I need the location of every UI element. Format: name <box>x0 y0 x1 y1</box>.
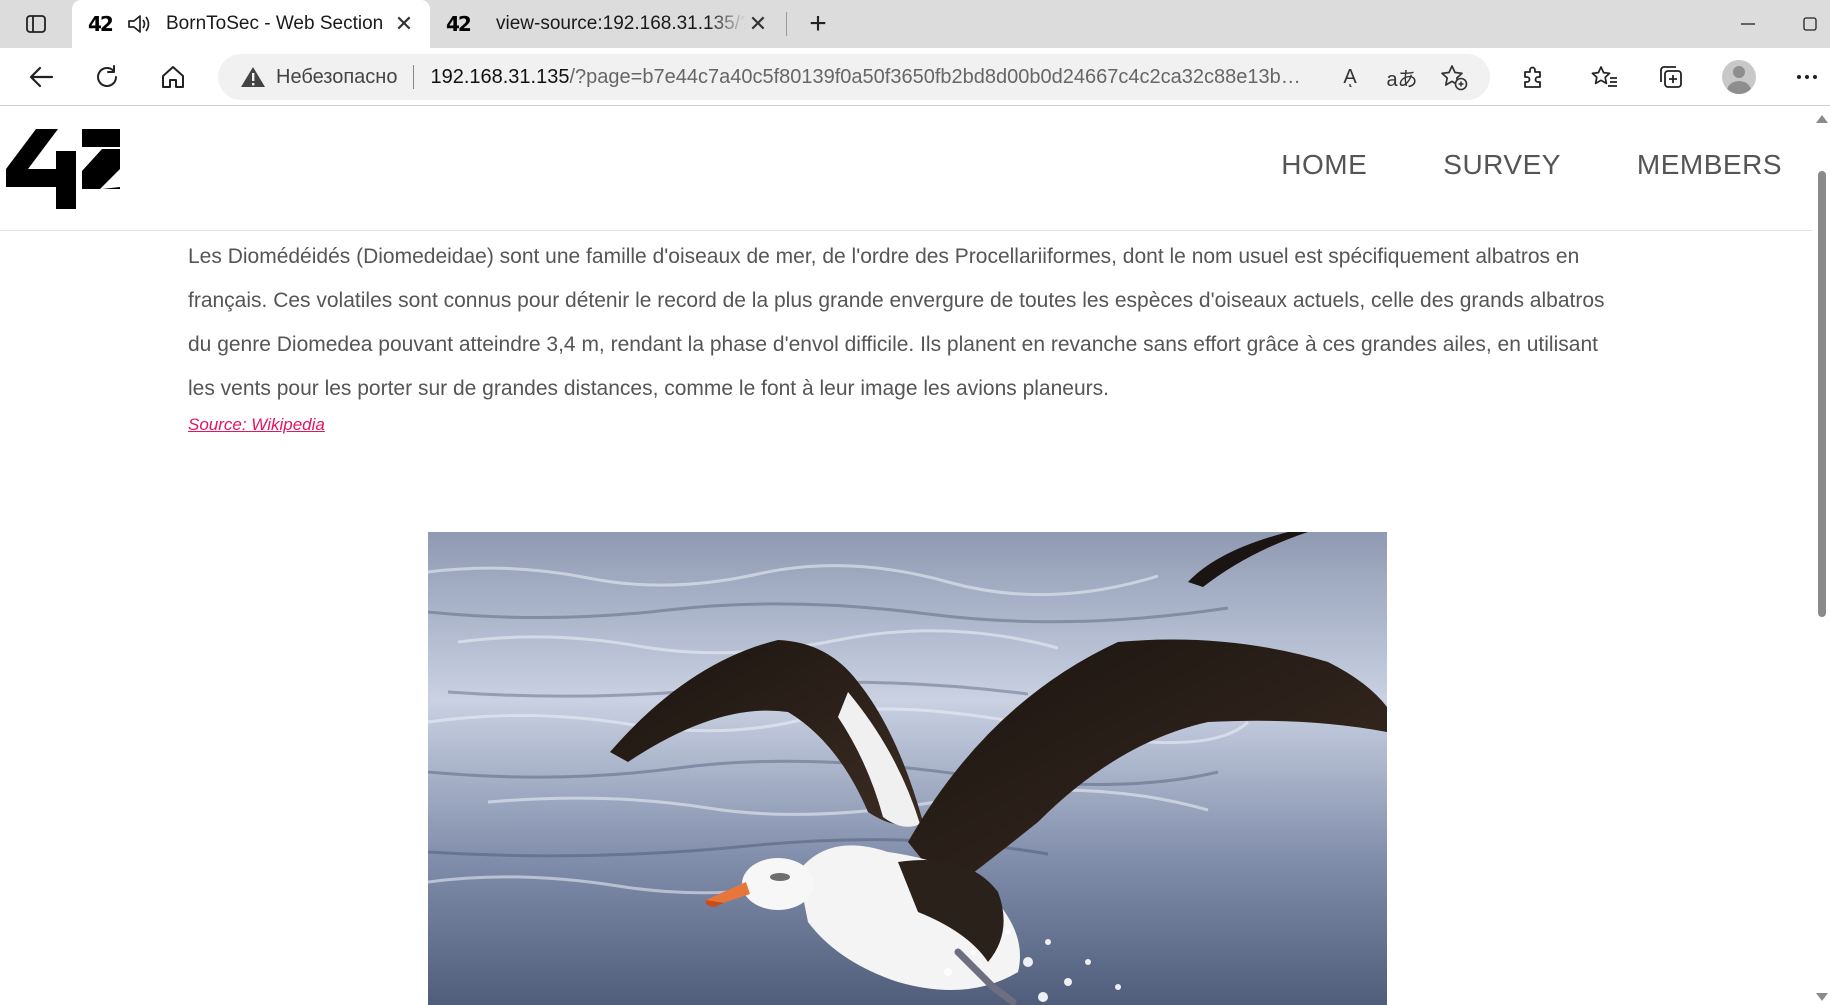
address-bar[interactable]: Небезопасно 192.168.31.135/?page=b7e44c7… <box>218 54 1490 100</box>
extensions-icon[interactable] <box>1512 57 1554 97</box>
translate-icon[interactable]: aあ <box>1386 62 1418 92</box>
article: Les Diomédéidés (Diomedeidae) sont une f… <box>188 235 1628 435</box>
article-text: Les Diomédéidés (Diomedeidae) sont une f… <box>188 245 1605 400</box>
maximize-icon[interactable] <box>1790 0 1830 48</box>
profile-avatar[interactable] <box>1722 60 1756 94</box>
close-icon[interactable]: ✕ <box>746 11 770 36</box>
more-icon[interactable] <box>1786 57 1828 97</box>
tab-favicon: 42 <box>88 12 114 36</box>
back-icon[interactable] <box>20 57 62 97</box>
scroll-thumb[interactable] <box>1818 171 1826 617</box>
collections-icon[interactable] <box>1650 57 1692 97</box>
tab-favicon: 42 <box>446 12 472 36</box>
minimize-icon[interactable] <box>1718 0 1778 48</box>
nav-survey[interactable]: SURVEY <box>1443 149 1561 181</box>
refresh-icon[interactable] <box>86 57 128 97</box>
site-header: HOME SURVEY MEMBERS <box>0 107 1812 231</box>
scroll-down-icon[interactable] <box>1816 993 1828 1001</box>
url-path: /?page=b7e44c7a40c5f80139f0a50f3650fb2bd… <box>569 65 1302 88</box>
browser-toolbar: Небезопасно 192.168.31.135/?page=b7e44c7… <box>0 48 1830 106</box>
tab-actions-icon[interactable] <box>18 8 54 40</box>
tab-borntosec[interactable]: 42 BornToSec - Web Section ✕ <box>72 0 430 48</box>
url-host: 192.168.31.135 <box>430 65 570 88</box>
tab-view-source[interactable]: 42 view-source:192.168.31.135/?page=b7e4… <box>432 0 784 48</box>
address-separator <box>413 65 415 89</box>
home-icon[interactable] <box>152 57 194 97</box>
security-label[interactable]: Небезопасно <box>276 66 397 89</box>
albatross-photo <box>428 532 1387 1005</box>
read-aloud-icon[interactable]: Aͅ <box>1334 62 1366 92</box>
scroll-up-icon[interactable] <box>1816 115 1828 123</box>
nav-home[interactable]: HOME <box>1281 149 1367 181</box>
tab-separator <box>786 12 787 36</box>
warning-icon[interactable] <box>240 65 266 89</box>
page-viewport: HOME SURVEY MEMBERS Les Diomédéidés (Dio… <box>0 107 1812 1005</box>
tab-strip: 42 BornToSec - Web Section ✕ 42 view-sou… <box>0 0 1830 48</box>
site-logo[interactable] <box>6 127 120 209</box>
tab-title: view-source:192.168.31.135/?page=b7e44c7… <box>496 13 746 34</box>
source-link[interactable]: Source: Wikipedia <box>188 415 1628 435</box>
favorites-icon[interactable] <box>1584 57 1626 97</box>
nav-members[interactable]: MEMBERS <box>1637 149 1782 181</box>
tab-title: BornToSec - Web Section <box>166 13 384 34</box>
page-scrollbar[interactable] <box>1812 107 1830 1005</box>
main-nav: HOME SURVEY MEMBERS <box>1281 149 1782 181</box>
close-icon[interactable]: ✕ <box>392 11 416 36</box>
new-tab-button[interactable]: + <box>800 6 836 42</box>
speaker-icon[interactable] <box>126 11 156 37</box>
add-favorite-icon[interactable] <box>1438 62 1470 92</box>
